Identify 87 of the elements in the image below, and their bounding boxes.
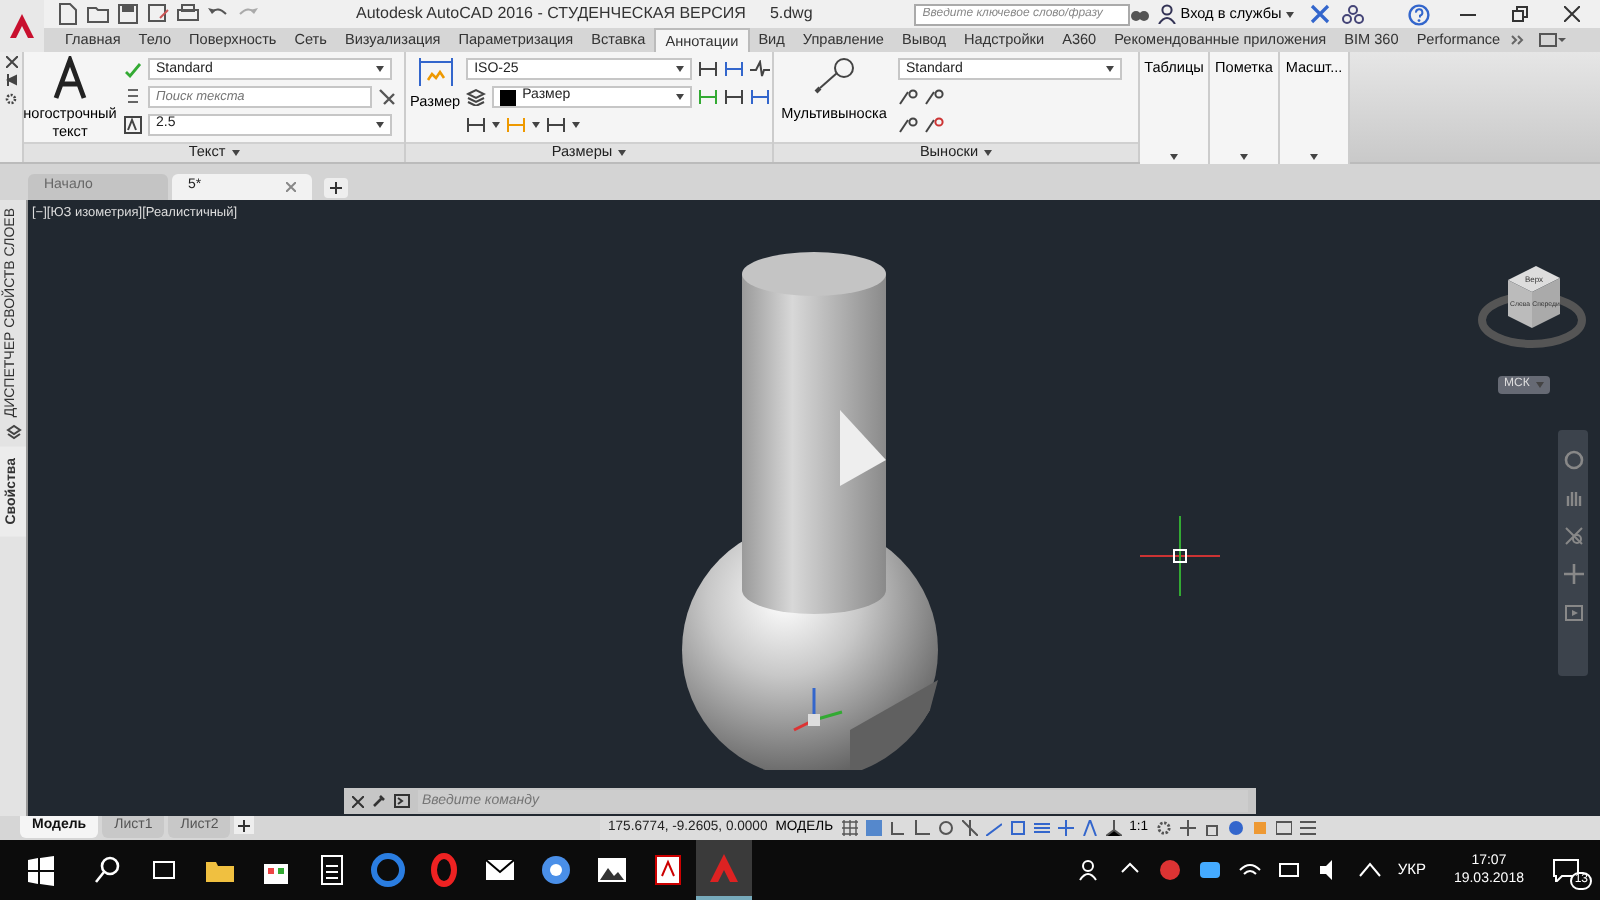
hardware-acceleration-icon[interactable]	[1228, 820, 1245, 836]
update-icon[interactable]	[724, 88, 745, 106]
ring-icon[interactable]	[426, 852, 462, 888]
plus-icon	[330, 182, 342, 194]
caret-icon	[1170, 154, 1178, 160]
caret-icon	[376, 66, 384, 73]
clean-screen-icon[interactable]	[1276, 820, 1293, 836]
add-leader-icon[interactable]	[898, 88, 918, 106]
caret-icon	[1240, 154, 1248, 160]
lock-icon[interactable]	[1204, 820, 1221, 836]
plus-icon[interactable]	[1180, 820, 1197, 836]
lineweight-icon[interactable]	[1033, 820, 1050, 836]
ortho-icon[interactable]	[913, 820, 930, 836]
jog-line-icon[interactable]	[750, 60, 771, 79]
document-icon[interactable]	[650, 852, 686, 888]
save-as-icon[interactable]	[146, 2, 170, 26]
layers-icon[interactable]	[466, 88, 487, 106]
object-snap-icon[interactable]	[985, 820, 1002, 836]
new-layout-button[interactable]	[234, 816, 255, 834]
baseline-icon[interactable]	[546, 115, 567, 134]
app-logo-icon	[8, 12, 36, 40]
auto-scale-icon[interactable]	[1081, 820, 1098, 836]
settings-icon[interactable]	[4, 92, 18, 106]
infer-icon[interactable]	[889, 820, 906, 836]
caret-icon	[376, 121, 384, 128]
circle-icon[interactable]	[538, 852, 574, 888]
people-icon[interactable]	[1077, 858, 1102, 882]
settings-icon[interactable]	[1156, 820, 1173, 836]
new-file-icon[interactable]	[56, 2, 80, 26]
associate-icon[interactable]	[750, 88, 771, 106]
letter-a-icon	[50, 56, 90, 100]
windows-logo-icon[interactable]	[22, 852, 58, 888]
crosshair-icon	[1140, 516, 1220, 596]
caret-icon	[231, 150, 240, 156]
caret-icon	[984, 150, 993, 156]
zoom-icon[interactable]	[1563, 526, 1583, 546]
remove-leader-icon[interactable]	[924, 88, 944, 106]
align-leader-icon[interactable]	[898, 115, 918, 134]
annotation-scale-icon[interactable]	[1105, 820, 1122, 836]
text-height-icon[interactable]	[124, 115, 142, 134]
annotation-visibility-icon[interactable]	[1057, 820, 1074, 836]
collect-leader-icon[interactable]	[924, 115, 944, 134]
close-icon	[286, 182, 296, 192]
caret-icon	[676, 94, 685, 100]
prompt-icon[interactable]	[394, 794, 410, 808]
steering-wheel-icon[interactable]	[1563, 450, 1583, 470]
close-icon[interactable]	[352, 795, 364, 807]
restore-icon[interactable]	[1512, 6, 1528, 22]
close-icon[interactable]	[1564, 6, 1580, 22]
print-icon[interactable]	[176, 2, 200, 26]
linear-dimension-icon[interactable]	[466, 115, 487, 134]
menu-icon[interactable]	[1300, 820, 1317, 836]
color-swatch	[500, 89, 517, 105]
grid-icon[interactable]	[841, 820, 858, 836]
caret-icon	[572, 121, 581, 128]
window-title: Autodesk AutoCAD 2016 - СТУДЕНЧЕСКАЯ ВЕРСИЯ	[356, 2, 746, 26]
text-style-icon[interactable]	[124, 60, 142, 79]
caret-icon	[532, 121, 541, 128]
application-menu-button[interactable]	[0, 0, 44, 52]
caret-icon	[1106, 66, 1114, 73]
caret-icon	[618, 150, 627, 156]
help-icon[interactable]	[1407, 3, 1430, 25]
folder-icon[interactable]	[86, 2, 110, 26]
save-icon[interactable]	[116, 2, 140, 26]
dimension-icon	[417, 56, 454, 88]
new-tab-button[interactable]	[324, 178, 348, 198]
caret-icon	[1535, 382, 1544, 388]
plus-icon	[238, 819, 251, 831]
panel-toggle-icon[interactable]	[1537, 28, 1566, 52]
file-name: 5.dwg	[769, 2, 813, 26]
polar-icon[interactable]	[937, 820, 954, 836]
caret-icon	[1285, 11, 1294, 17]
wrench-icon[interactable]	[372, 794, 386, 808]
cloud-icon[interactable]	[1197, 858, 1222, 882]
dimension-break-icon[interactable]	[698, 60, 719, 79]
user-icon	[1158, 4, 1177, 24]
show-motion-icon[interactable]	[1563, 602, 1583, 622]
snap-icon[interactable]	[865, 820, 882, 836]
caret-icon	[676, 66, 685, 73]
isodraft-icon[interactable]	[961, 820, 978, 836]
caret-icon	[1310, 154, 1318, 160]
close-icon[interactable]	[5, 56, 17, 68]
caret-icon	[492, 121, 501, 128]
leader-icon	[812, 56, 856, 96]
picture-icon[interactable]	[594, 852, 630, 888]
layers-icon	[5, 423, 21, 440]
dimension-space-icon[interactable]	[724, 60, 745, 79]
